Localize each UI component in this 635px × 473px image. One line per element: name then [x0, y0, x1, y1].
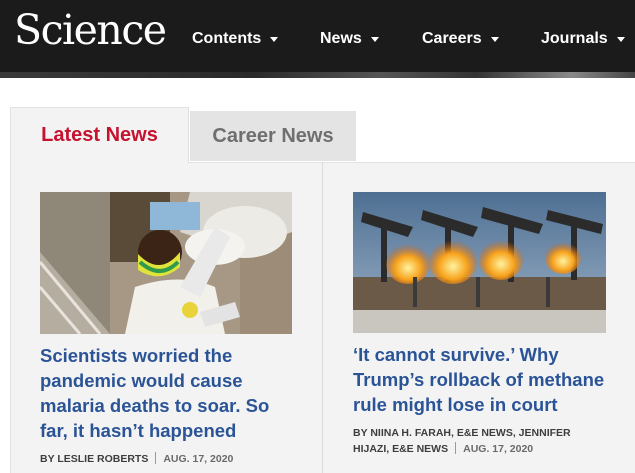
header-image-strip: [0, 72, 635, 78]
tab-latest-news[interactable]: Latest News: [10, 107, 189, 163]
article-headline[interactable]: ‘It cannot survive.’ Why Trump’s rollbac…: [353, 342, 608, 417]
science-logo[interactable]: Science: [14, 6, 167, 54]
nav-careers-label: Careers: [422, 30, 482, 47]
nav-careers[interactable]: Careers: [422, 28, 499, 50]
article-byline: BY NIINA H. FARAH, E&E NEWS, JENNIFER HI…: [353, 425, 608, 457]
article-date: AUG. 17, 2020: [163, 453, 234, 465]
article-headline[interactable]: Scientists worried the pandemic would ca…: [40, 343, 295, 443]
nav-news-label: News: [320, 30, 362, 47]
article-image-methane[interactable]: [353, 192, 606, 333]
article-byline: BY LESLIE ROBERTS AUG. 17, 2020: [40, 451, 295, 467]
chevron-down-icon: [370, 36, 379, 42]
byline-divider: [455, 442, 457, 454]
article-author[interactable]: BY LESLIE ROBERTS: [40, 453, 148, 465]
byline-divider: [155, 452, 157, 464]
chevron-down-icon: [270, 36, 279, 42]
nav-contents[interactable]: Contents: [192, 28, 279, 50]
tab-career-news[interactable]: Career News: [190, 111, 356, 161]
article-date: AUG. 17, 2020: [463, 443, 534, 455]
nav-journals[interactable]: Journals: [541, 28, 625, 50]
nav-contents-label: Contents: [192, 30, 262, 47]
article-image-malaria[interactable]: [40, 192, 292, 334]
nav-news[interactable]: News: [320, 28, 379, 50]
chevron-down-icon: [490, 36, 499, 42]
article-card: ‘It cannot survive.’ Why Trump’s rollbac…: [353, 192, 608, 457]
site-header: Science Contents News Careers Journals: [0, 0, 635, 72]
chevron-down-icon: [616, 36, 625, 42]
article-card: Scientists worried the pandemic would ca…: [40, 192, 295, 467]
nav-journals-label: Journals: [541, 30, 608, 47]
article-author[interactable]: BY NIINA H. FARAH, E&E NEWS, JENNIFER HI…: [353, 427, 571, 455]
column-divider: [322, 162, 323, 473]
